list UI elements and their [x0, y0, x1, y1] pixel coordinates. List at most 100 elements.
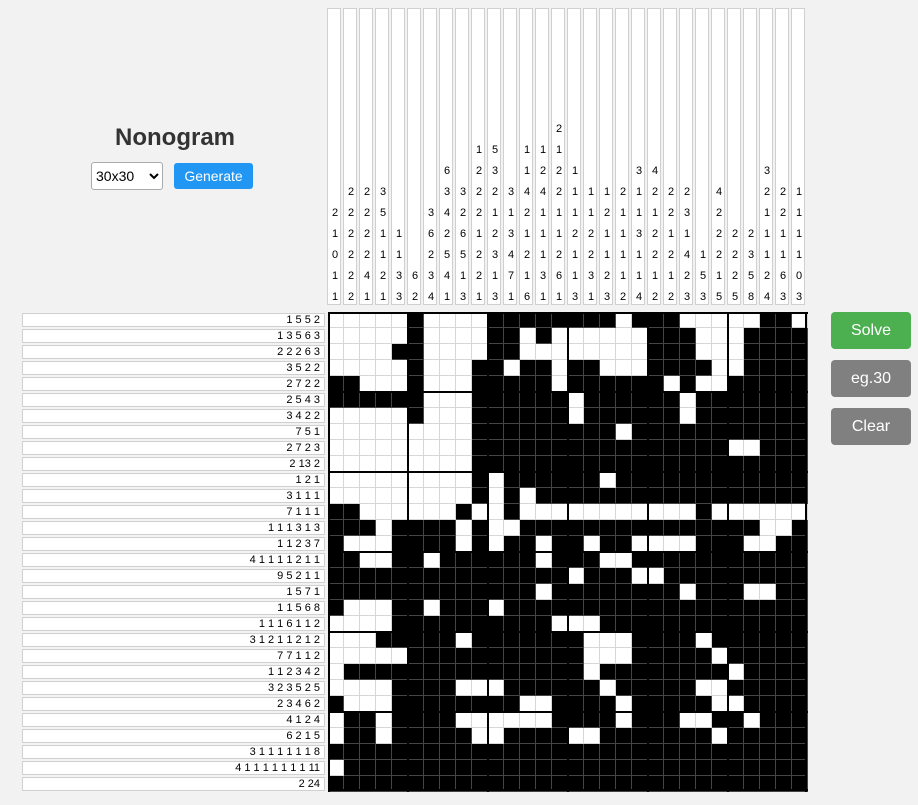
grid-cell[interactable]	[712, 648, 728, 664]
grid-cell[interactable]	[664, 744, 680, 760]
grid-cell[interactable]	[584, 424, 600, 440]
grid-cell[interactable]	[696, 568, 712, 584]
grid-cell[interactable]	[744, 760, 760, 776]
grid-cell[interactable]	[664, 632, 680, 648]
grid-cell[interactable]	[664, 312, 680, 328]
grid-cell[interactable]	[600, 696, 616, 712]
grid-cell[interactable]	[696, 632, 712, 648]
grid-cell[interactable]	[376, 392, 392, 408]
grid-cell[interactable]	[344, 488, 360, 504]
grid-cell[interactable]	[760, 408, 776, 424]
grid-cell[interactable]	[648, 568, 664, 584]
grid-cell[interactable]	[536, 504, 552, 520]
grid-cell[interactable]	[440, 312, 456, 328]
grid-cell[interactable]	[408, 472, 424, 488]
grid-cell[interactable]	[488, 584, 504, 600]
grid-cell[interactable]	[552, 584, 568, 600]
grid-cell[interactable]	[600, 536, 616, 552]
grid-cell[interactable]	[648, 760, 664, 776]
grid-cell[interactable]	[728, 648, 744, 664]
grid-cell[interactable]	[440, 696, 456, 712]
grid-cell[interactable]	[504, 632, 520, 648]
grid-cell[interactable]	[584, 376, 600, 392]
grid-cell[interactable]	[456, 328, 472, 344]
grid-cell[interactable]	[632, 760, 648, 776]
grid-cell[interactable]	[360, 488, 376, 504]
grid-cell[interactable]	[584, 344, 600, 360]
grid-cell[interactable]	[536, 664, 552, 680]
grid-cell[interactable]	[424, 424, 440, 440]
grid-cell[interactable]	[328, 760, 344, 776]
grid-cell[interactable]	[488, 664, 504, 680]
grid-cell[interactable]	[520, 520, 536, 536]
grid-cell[interactable]	[744, 424, 760, 440]
grid-cell[interactable]	[504, 504, 520, 520]
grid-cell[interactable]	[776, 456, 792, 472]
grid-cell[interactable]	[504, 376, 520, 392]
grid-cell[interactable]	[360, 392, 376, 408]
grid-cell[interactable]	[344, 408, 360, 424]
grid-cell[interactable]	[632, 664, 648, 680]
grid-cell[interactable]	[616, 696, 632, 712]
grid-cell[interactable]	[504, 728, 520, 744]
grid-cell[interactable]	[504, 664, 520, 680]
grid-cell[interactable]	[600, 472, 616, 488]
grid-cell[interactable]	[360, 504, 376, 520]
grid-cell[interactable]	[568, 312, 584, 328]
grid-cell[interactable]	[680, 584, 696, 600]
grid-cell[interactable]	[600, 744, 616, 760]
grid-cell[interactable]	[328, 488, 344, 504]
grid-cell[interactable]	[552, 360, 568, 376]
grid-cell[interactable]	[744, 728, 760, 744]
grid-cell[interactable]	[728, 584, 744, 600]
grid-cell[interactable]	[472, 712, 488, 728]
grid-cell[interactable]	[600, 408, 616, 424]
grid-cell[interactable]	[328, 632, 344, 648]
grid-cell[interactable]	[344, 472, 360, 488]
grid-cell[interactable]	[504, 600, 520, 616]
grid-cell[interactable]	[728, 520, 744, 536]
grid-cell[interactable]	[616, 600, 632, 616]
grid-cell[interactable]	[488, 616, 504, 632]
grid-cell[interactable]	[328, 408, 344, 424]
grid-cell[interactable]	[360, 360, 376, 376]
grid-cell[interactable]	[408, 760, 424, 776]
grid-cell[interactable]	[760, 760, 776, 776]
grid-cell[interactable]	[760, 568, 776, 584]
grid-cell[interactable]	[488, 696, 504, 712]
grid-cell[interactable]	[376, 600, 392, 616]
grid-cell[interactable]	[552, 408, 568, 424]
grid-cell[interactable]	[680, 664, 696, 680]
grid-cell[interactable]	[408, 744, 424, 760]
grid-cell[interactable]	[472, 728, 488, 744]
grid-cell[interactable]	[552, 712, 568, 728]
grid-cell[interactable]	[456, 760, 472, 776]
grid-cell[interactable]	[712, 392, 728, 408]
grid-cell[interactable]	[520, 552, 536, 568]
grid-cell[interactable]	[376, 328, 392, 344]
grid-cell[interactable]	[408, 392, 424, 408]
grid-cell[interactable]	[568, 472, 584, 488]
grid-cell[interactable]	[440, 456, 456, 472]
grid-cell[interactable]	[728, 632, 744, 648]
grid-cell[interactable]	[664, 424, 680, 440]
grid-cell[interactable]	[344, 600, 360, 616]
grid-cell[interactable]	[536, 632, 552, 648]
grid-cell[interactable]	[328, 648, 344, 664]
grid-cell[interactable]	[440, 648, 456, 664]
grid-cell[interactable]	[376, 360, 392, 376]
grid-cell[interactable]	[776, 328, 792, 344]
grid-cell[interactable]	[648, 712, 664, 728]
grid-cell[interactable]	[648, 520, 664, 536]
grid-cell[interactable]	[664, 456, 680, 472]
grid-cell[interactable]	[744, 344, 760, 360]
grid-cell[interactable]	[440, 632, 456, 648]
grid-cell[interactable]	[664, 680, 680, 696]
grid-cell[interactable]	[456, 392, 472, 408]
grid-cell[interactable]	[552, 744, 568, 760]
grid-cell[interactable]	[728, 664, 744, 680]
grid-cell[interactable]	[568, 632, 584, 648]
grid-cell[interactable]	[456, 552, 472, 568]
grid-cell[interactable]	[408, 520, 424, 536]
grid-cell[interactable]	[360, 648, 376, 664]
